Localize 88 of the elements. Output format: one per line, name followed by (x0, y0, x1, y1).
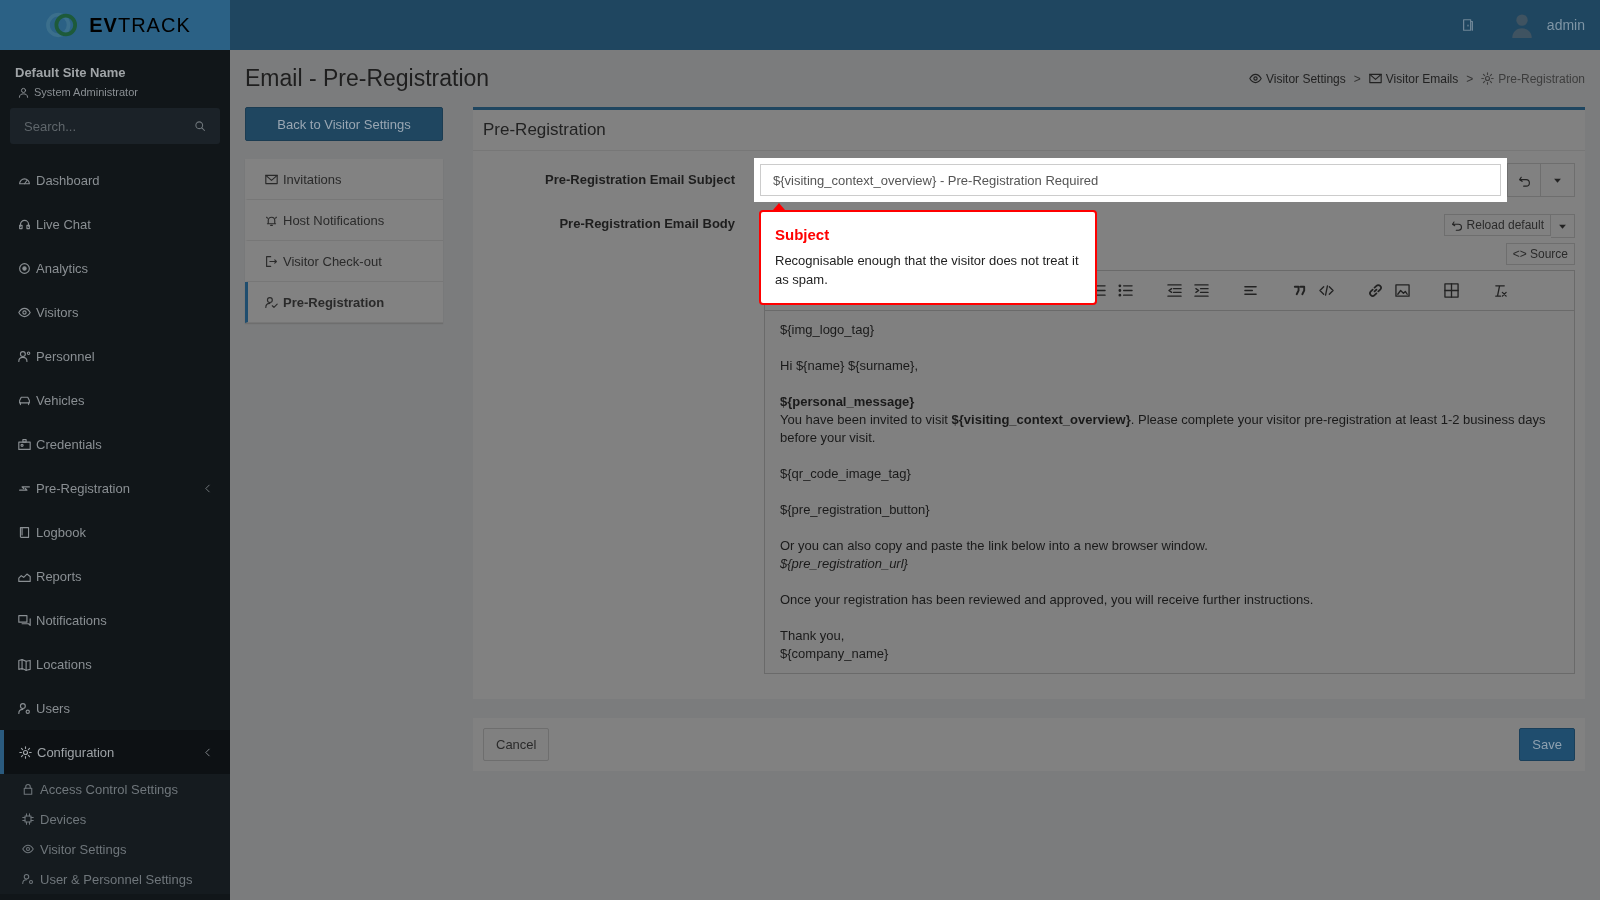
breadcrumb-current: Pre-Registration (1498, 71, 1585, 86)
sidebar-item[interactable]: Locations (0, 642, 230, 686)
lock-icon (22, 783, 34, 795)
submenu-item[interactable]: Devices (0, 804, 230, 834)
chat-icon (18, 613, 31, 627)
sidebar-item[interactable]: Reports (0, 554, 230, 598)
page-title: Email - Pre-Registration (245, 65, 490, 92)
sidebar-item[interactable]: Dashboard (0, 158, 230, 202)
undo-icon (1450, 219, 1463, 231)
sidebar-item[interactable]: Pre-Registration (0, 466, 230, 510)
breadcrumb-separator: > (1466, 71, 1474, 86)
save-button[interactable]: Save (1519, 728, 1575, 761)
source-button[interactable]: <> Source (1505, 243, 1575, 265)
headset-icon (18, 217, 31, 231)
body-text-line: ${personal_message} (780, 393, 916, 411)
users-icon (18, 701, 31, 715)
indent-icon[interactable] (1194, 283, 1209, 298)
users-icon (22, 873, 34, 885)
search-field[interactable]: Search... (10, 108, 220, 144)
sidebar-item[interactable]: Live Chat (0, 202, 230, 246)
reload-default-button[interactable]: Reload default (1443, 214, 1551, 236)
body-text-line: Or you can also copy and paste the link below into a new browser window. (780, 537, 1209, 555)
body-text-line: Once your registration has been reviewed and approved, you will receive further instructions. (780, 591, 1315, 609)
site-name: Default Site Name (14, 64, 127, 80)
submenu-item[interactable]: User & Personnel Settings (0, 864, 230, 894)
eye-icon (18, 305, 31, 319)
chip-icon (22, 813, 34, 825)
envelope-icon (265, 172, 278, 186)
sidebar-item[interactable]: Credentials (0, 422, 230, 466)
user-name[interactable]: admin (1546, 17, 1585, 33)
code-icon[interactable] (1319, 283, 1334, 298)
person-check-icon (265, 295, 278, 309)
cancel-button[interactable]: Cancel (483, 728, 550, 761)
body-text-line: You have been invited to visit ${visiting_context_overview}. Please complete your visitor pre-registration at least 1-2 business days before your visit. (780, 411, 1547, 447)
search-icon (194, 120, 206, 132)
sidebar-item[interactable]: Visitors (0, 290, 230, 334)
envelope-icon (1368, 72, 1382, 85)
person-icon (18, 349, 31, 363)
align-left-icon[interactable] (1243, 283, 1258, 298)
clear-format-icon[interactable] (1493, 283, 1508, 298)
field-label: Pre-Registration Email Body (558, 215, 735, 233)
undo-button[interactable] (1507, 163, 1541, 197)
back-button[interactable]: Back to Visitor Settings (245, 107, 443, 141)
subject-field[interactable]: ${visiting_context_overview} - Pre-Registration Required (760, 164, 1501, 196)
body-text-line: ${pre_registration_url} (780, 555, 909, 573)
sidebar-item[interactable]: Configuration (0, 730, 230, 774)
sidebar-item[interactable]: Analytics (0, 246, 230, 290)
book-icon (18, 525, 31, 539)
body-text-line: Thank you, (780, 627, 846, 645)
user-role: System Administrator (34, 86, 138, 98)
eye-icon (22, 843, 34, 855)
quote-icon[interactable] (1292, 283, 1307, 298)
breadcrumb-link[interactable]: Visitor Emails (1385, 71, 1459, 86)
tooltip-title: Subject (775, 226, 831, 243)
tab[interactable]: Pre-Registration (245, 282, 443, 323)
eye-icon (1248, 72, 1262, 85)
person-icon (18, 86, 29, 98)
body-text-line: ${img_logo_tag} (780, 321, 875, 339)
sidebar-item[interactable]: Vehicles (0, 378, 230, 422)
body-text-line: Hi ${name} ${surname}, (780, 357, 920, 375)
tooltip-text: Recognisable enough that the visitor does not treat it as spam. (775, 252, 1080, 289)
sidebar-item[interactable]: Personnel (0, 334, 230, 378)
submenu-item[interactable]: Visitor Settings (0, 834, 230, 864)
image-icon[interactable] (1395, 283, 1410, 298)
target-icon (18, 261, 31, 275)
sidebar-item[interactable]: Users (0, 686, 230, 730)
tab[interactable]: Host Notifications (245, 200, 443, 241)
field-label: Pre-Registration Email Subject (544, 171, 735, 189)
brand-name: EVTRACK (89, 13, 191, 37)
outdent-icon[interactable] (1167, 283, 1182, 298)
bullet-list-icon[interactable] (1118, 283, 1133, 298)
sidebar-item[interactable]: Notifications (0, 598, 230, 642)
sidebar-item[interactable]: Logbook (0, 510, 230, 554)
tab[interactable]: Visitor Check-out (245, 241, 443, 282)
breadcrumb-link[interactable]: Visitor Settings (1265, 71, 1346, 86)
panel-title: Pre-Registration (473, 110, 1585, 151)
tab[interactable]: Invitations (245, 159, 443, 200)
breadcrumb-separator: > (1353, 71, 1361, 86)
exit-icon (265, 254, 278, 268)
link-icon[interactable] (1368, 283, 1383, 298)
door-icon[interactable] (1460, 18, 1475, 32)
body-text-line: ${company_name} (780, 645, 890, 663)
body-text-line: ${qr_code_image_tag} (780, 465, 912, 483)
id-card-icon (18, 437, 31, 451)
table-icon[interactable] (1444, 283, 1459, 298)
body-text-line: ${pre_registration_button} (780, 501, 931, 519)
submenu-item[interactable]: Access Control Settings (0, 774, 230, 804)
map-icon (18, 657, 31, 671)
